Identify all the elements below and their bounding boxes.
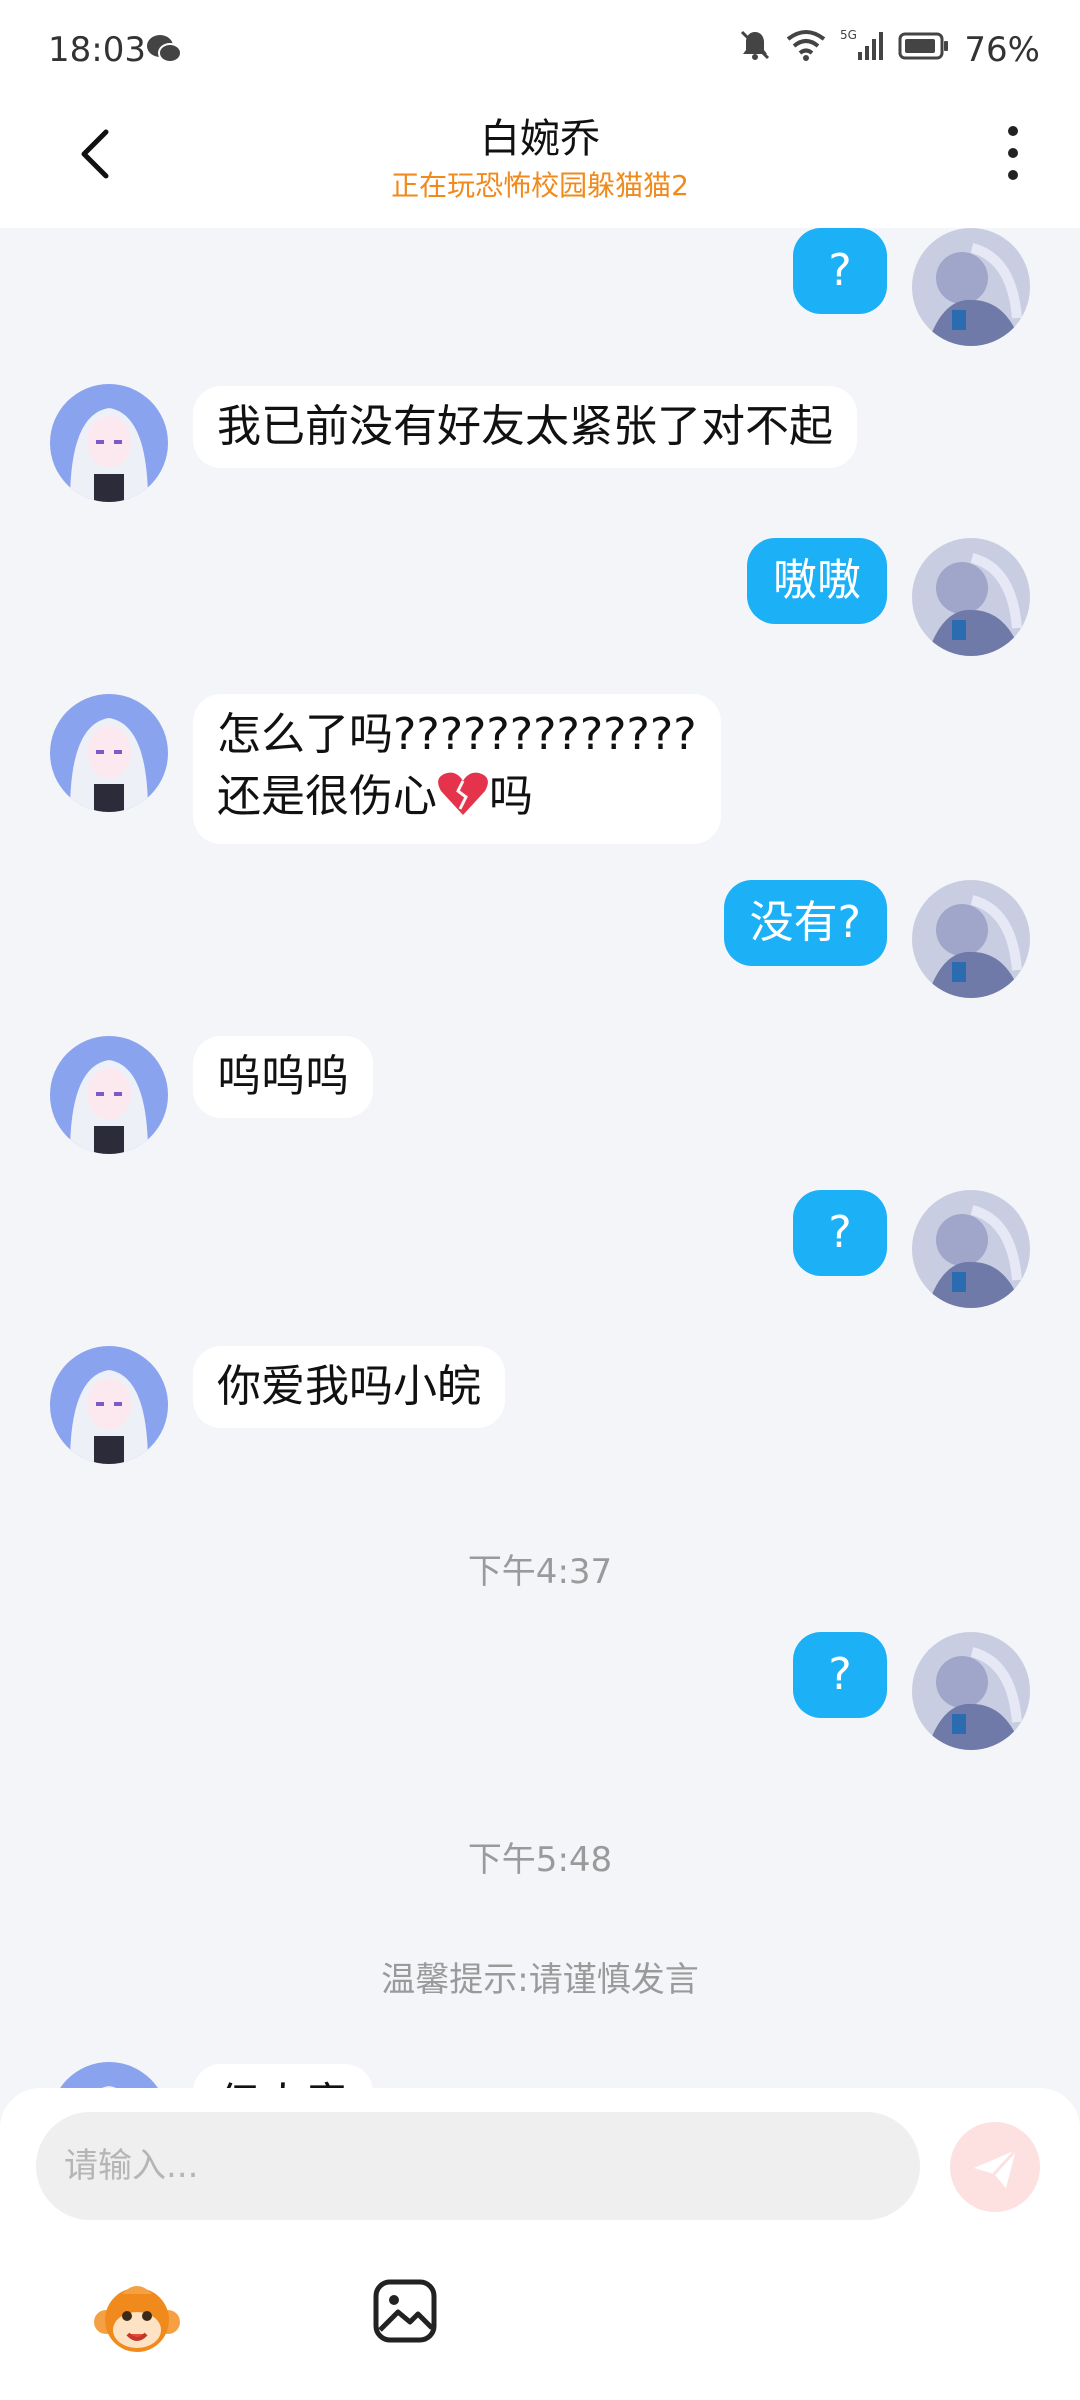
contact-avatar[interactable] [50, 1036, 168, 1154]
message-bubble-incoming[interactable]: 但人意 [193, 2064, 373, 2088]
my-avatar[interactable] [912, 1632, 1030, 1750]
image-picker-button[interactable] [372, 2278, 438, 2344]
mute-bell-icon [738, 28, 772, 71]
battery-icon [898, 30, 950, 70]
battery-percent: 76% [964, 29, 1040, 70]
message-bubble-incoming[interactable]: 呜呜呜 [193, 1036, 373, 1118]
message-bubble-incoming[interactable]: 你爱我吗小皖 [193, 1346, 505, 1428]
monkey-emoji-icon [94, 2286, 180, 2352]
more-options-button[interactable] [1006, 126, 1020, 186]
contact-name[interactable]: 白婉乔 [0, 106, 1080, 164]
send-icon [974, 2148, 1018, 2188]
network-label: 5G [840, 28, 857, 42]
message-list[interactable]: ? 我已前没有好友太紧张了对不起 嗷嗷 怎么了吗????????????? 还是… [0, 228, 1080, 2088]
status-icons: 5G 76% [738, 28, 1040, 71]
wechat-icon [146, 34, 182, 64]
broken-heart-icon [437, 769, 489, 834]
message-bubble-outgoing[interactable]: 嗷嗷 [747, 538, 887, 624]
status-time: 18:03 [48, 30, 146, 70]
image-icon [373, 2279, 437, 2343]
message-composer [0, 2088, 1080, 2400]
my-avatar[interactable] [912, 880, 1030, 998]
status-bar: 18:03 5G 76% [0, 0, 1080, 100]
send-button[interactable] [950, 2122, 1040, 2212]
contact-avatar[interactable] [50, 2062, 168, 2088]
more-vertical-icon [1006, 126, 1020, 180]
timestamp: 下午4:37 [467, 1552, 613, 1592]
message-line: 怎么了吗????????????? [217, 709, 697, 760]
message-bubble-incoming[interactable]: 我已前没有好友太紧张了对不起 [193, 386, 857, 468]
my-avatar[interactable] [912, 538, 1030, 656]
contact-avatar[interactable] [50, 694, 168, 812]
contact-status: 正在玩恐怖校园躲猫猫2 [391, 169, 689, 202]
message-line: 还是很伤心吗 [217, 766, 697, 834]
message-bubble-outgoing[interactable]: ? [793, 228, 887, 314]
signal-icon: 5G [840, 28, 884, 71]
contact-avatar[interactable] [50, 1346, 168, 1464]
contact-avatar[interactable] [50, 384, 168, 502]
timestamp: 下午5:48 [467, 1840, 613, 1880]
message-input[interactable] [36, 2112, 920, 2220]
message-bubble-outgoing[interactable]: ? [793, 1190, 887, 1276]
emoji-button[interactable] [92, 2274, 182, 2364]
message-bubble-outgoing[interactable]: 没有? [723, 880, 887, 966]
message-bubble-incoming[interactable]: 怎么了吗????????????? 还是很伤心吗 [193, 694, 721, 844]
my-avatar[interactable] [912, 228, 1030, 346]
wifi-icon [786, 29, 826, 70]
safety-notice: 温馨提示:请谨慎发言 [381, 1960, 699, 2000]
message-bubble-outgoing[interactable]: ? [793, 1632, 887, 1718]
chat-header: 白婉乔 正在玩恐怖校园躲猫猫2 [0, 100, 1080, 228]
my-avatar[interactable] [912, 1190, 1030, 1308]
